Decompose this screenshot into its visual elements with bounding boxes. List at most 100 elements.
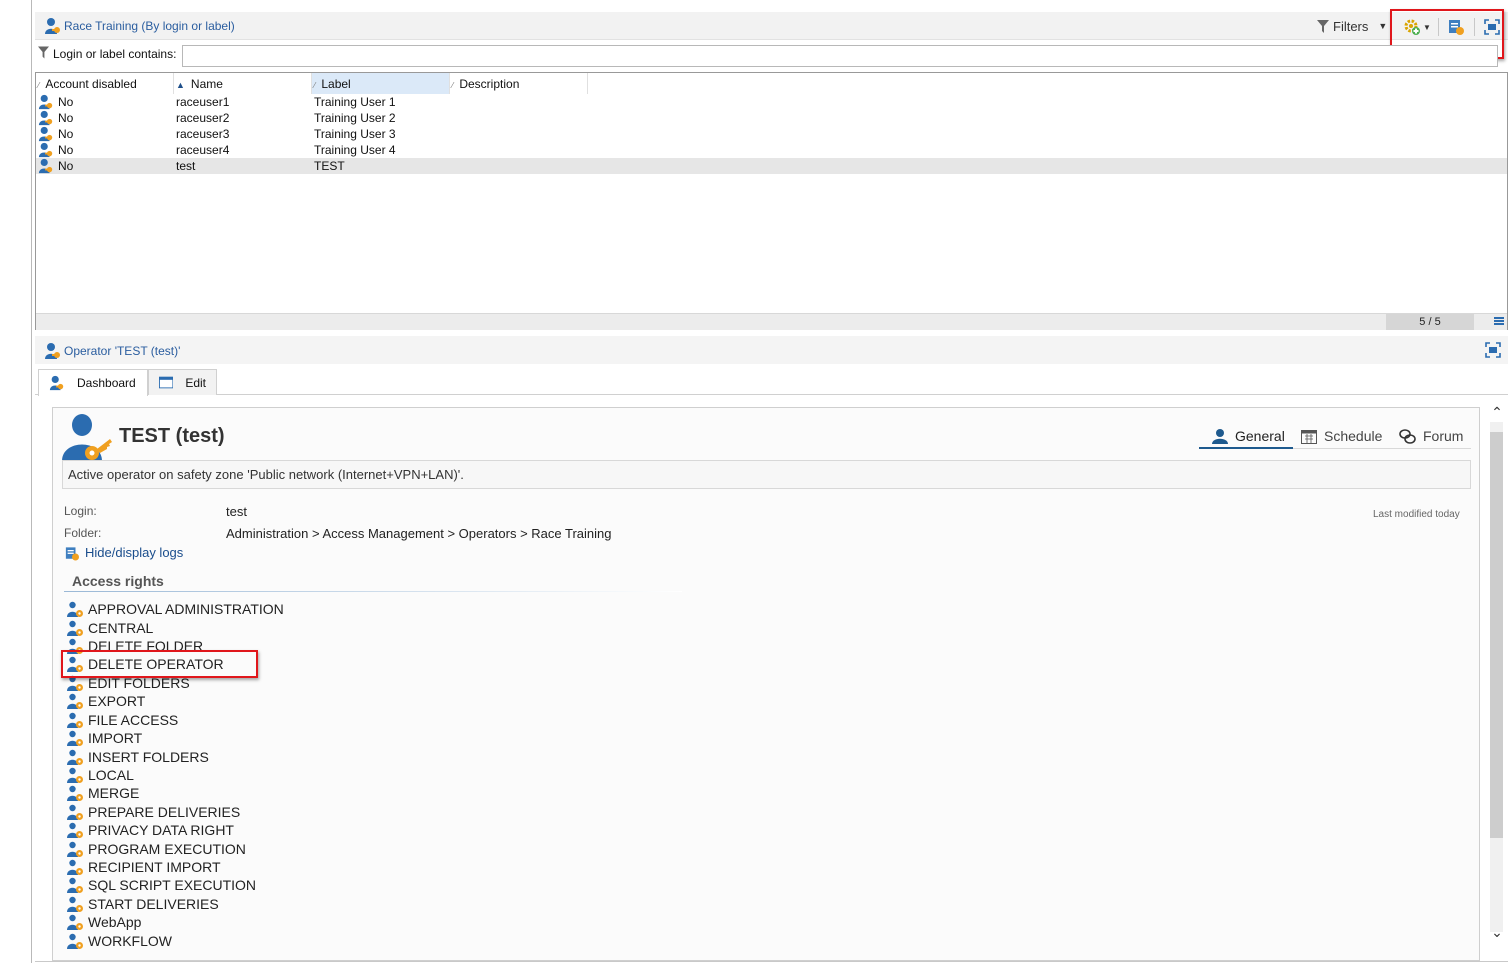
zone-message: Active operator on safety zone 'Public n…	[62, 460, 1471, 489]
column-label: Description	[459, 77, 520, 91]
cell-disabled: No	[58, 143, 74, 157]
tab-schedule[interactable]: Schedule	[1301, 423, 1382, 449]
operator-right-icon	[67, 822, 83, 838]
tab-forum[interactable]: Forum	[1399, 423, 1463, 449]
access-right-label: LOCAL	[88, 767, 134, 783]
highlight-box	[61, 650, 258, 678]
access-right-label: CENTRAL	[88, 620, 154, 636]
table-row[interactable]: No raceuser4 Training User 4	[36, 142, 1507, 158]
tab-label: General	[1235, 428, 1285, 444]
access-right-item: LOCAL	[67, 766, 134, 784]
access-right-label: RECIPIENT IMPORT	[88, 859, 221, 875]
operator-key-icon	[38, 142, 53, 158]
operator-header-bar: Operator 'TEST (test)'	[35, 336, 1508, 364]
cell-label: Training User 1	[314, 95, 396, 109]
cell-label: Training User 4	[314, 143, 396, 157]
column-label: Label	[321, 77, 351, 91]
hide-display-logs-link[interactable]: Hide/display logs	[85, 545, 183, 560]
folder-path: Administration > Access Management > Ope…	[226, 526, 612, 541]
left-sidebar	[0, 0, 32, 963]
operator-right-icon	[67, 693, 83, 709]
access-rights-title: Access rights	[72, 573, 164, 589]
access-right-label: PRIVACY DATA RIGHT	[88, 822, 234, 838]
access-right-item: CENTRAL	[67, 619, 153, 637]
operator-key-icon	[49, 375, 64, 391]
access-right-item: FILE ACCESS	[67, 711, 178, 729]
column-label-header[interactable]: ⁄ Label	[312, 73, 450, 94]
cell-disabled: No	[58, 127, 74, 141]
operator-key-icon	[38, 158, 53, 174]
column-account-disabled[interactable]: ⁄ Account disabled	[36, 73, 174, 94]
access-right-item: IMPORT	[67, 729, 142, 747]
table-row[interactable]: No raceuser1 Training User 1	[36, 94, 1507, 110]
scroll-thumb[interactable]	[1490, 432, 1503, 838]
operator-right-icon	[67, 767, 83, 783]
cell-disabled: No	[58, 95, 74, 109]
grid-footer: 5 / 5	[36, 313, 1507, 330]
sort-ascending-icon: ▲	[176, 80, 185, 90]
scroll-up-icon[interactable]: ⌃	[1489, 404, 1505, 420]
table-row[interactable]: No raceuser3 Training User 3	[36, 126, 1507, 142]
funnel-icon	[1317, 19, 1329, 33]
scroll-down-icon[interactable]: ⌄	[1489, 924, 1505, 940]
column-name[interactable]: ▲ Name	[174, 73, 312, 94]
cell-label: TEST	[314, 159, 345, 173]
operator-right-icon	[67, 877, 83, 893]
tab-label: Forum	[1423, 428, 1464, 444]
operator-right-icon	[67, 601, 83, 617]
last-modified: Last modified today	[1373, 509, 1460, 520]
tab-label: Edit	[185, 375, 206, 390]
sort-icon: ⁄	[452, 81, 454, 90]
section-divider	[64, 591, 682, 592]
filters-button[interactable]: Filters ▼	[1317, 17, 1387, 35]
vertical-scrollbar[interactable]: ⌃ ⌄	[1488, 404, 1506, 951]
operator-right-icon	[67, 841, 83, 857]
calendar-icon	[1301, 429, 1317, 444]
grid-header: ⁄ Account disabled ▲ Name ⁄ Label ⁄ Descript…	[36, 73, 1507, 94]
filter-row: Login or label contains:	[35, 41, 1508, 71]
access-right-label: SQL SCRIPT EXECUTION	[88, 877, 257, 893]
access-right-label: FILE ACCESS	[88, 712, 179, 728]
tab-dashboard[interactable]: Dashboard	[38, 369, 148, 396]
operator-key-icon	[38, 94, 53, 110]
column-description[interactable]: ⁄ Description	[450, 73, 588, 94]
operator-right-icon	[67, 712, 83, 728]
cell-name: raceuser1	[176, 95, 230, 109]
tab-general[interactable]: General	[1212, 423, 1285, 449]
access-right-label: IMPORT	[88, 730, 143, 746]
operator-right-icon	[67, 749, 83, 765]
access-right-item: WebApp	[67, 913, 141, 931]
maximize-button[interactable]	[1481, 339, 1505, 361]
access-right-label: WORKFLOW	[88, 933, 172, 949]
person-icon	[1212, 428, 1228, 444]
access-right-label: MERGE	[88, 785, 140, 801]
cell-disabled: No	[58, 111, 74, 125]
tab-edit[interactable]: Edit	[148, 369, 217, 395]
access-right-label: WebApp	[88, 914, 142, 930]
access-right-label: START DELIVERIES	[88, 896, 219, 912]
column-label: Account disabled	[45, 77, 137, 91]
maximize-icon	[1485, 342, 1501, 358]
access-right-label: INSERT FOLDERS	[88, 749, 209, 765]
login-filter-input[interactable]	[182, 45, 1498, 67]
cell-label: Training User 2	[314, 111, 396, 125]
tab-label: Schedule	[1324, 428, 1383, 444]
operator-avatar-icon	[62, 414, 112, 461]
table-row-selected[interactable]: No test TEST	[36, 158, 1507, 174]
tab-label: Dashboard	[77, 376, 136, 390]
filter-label: Login or label contains:	[53, 47, 177, 61]
cell-name: raceuser2	[176, 111, 230, 125]
list-header-bar: Race Training (By login or label) Filter…	[35, 12, 1508, 40]
folder-label: Folder:	[64, 526, 102, 540]
operator-panel-title: Operator 'TEST (test)'	[64, 344, 181, 358]
operator-right-icon	[67, 730, 83, 746]
active-tab-indicator	[1199, 447, 1293, 449]
table-row[interactable]: No raceuser2 Training User 2	[36, 110, 1507, 126]
filters-label: Filters	[1333, 18, 1369, 34]
operator-right-icon	[67, 859, 83, 875]
chevron-down-icon: ▼	[1378, 21, 1388, 31]
access-right-item: PREPARE DELIVERIES	[67, 803, 240, 821]
access-right-label: PREPARE DELIVERIES	[88, 804, 241, 820]
access-right-item: RECIPIENT IMPORT	[67, 858, 221, 876]
column-config-icon[interactable]	[1494, 317, 1504, 325]
